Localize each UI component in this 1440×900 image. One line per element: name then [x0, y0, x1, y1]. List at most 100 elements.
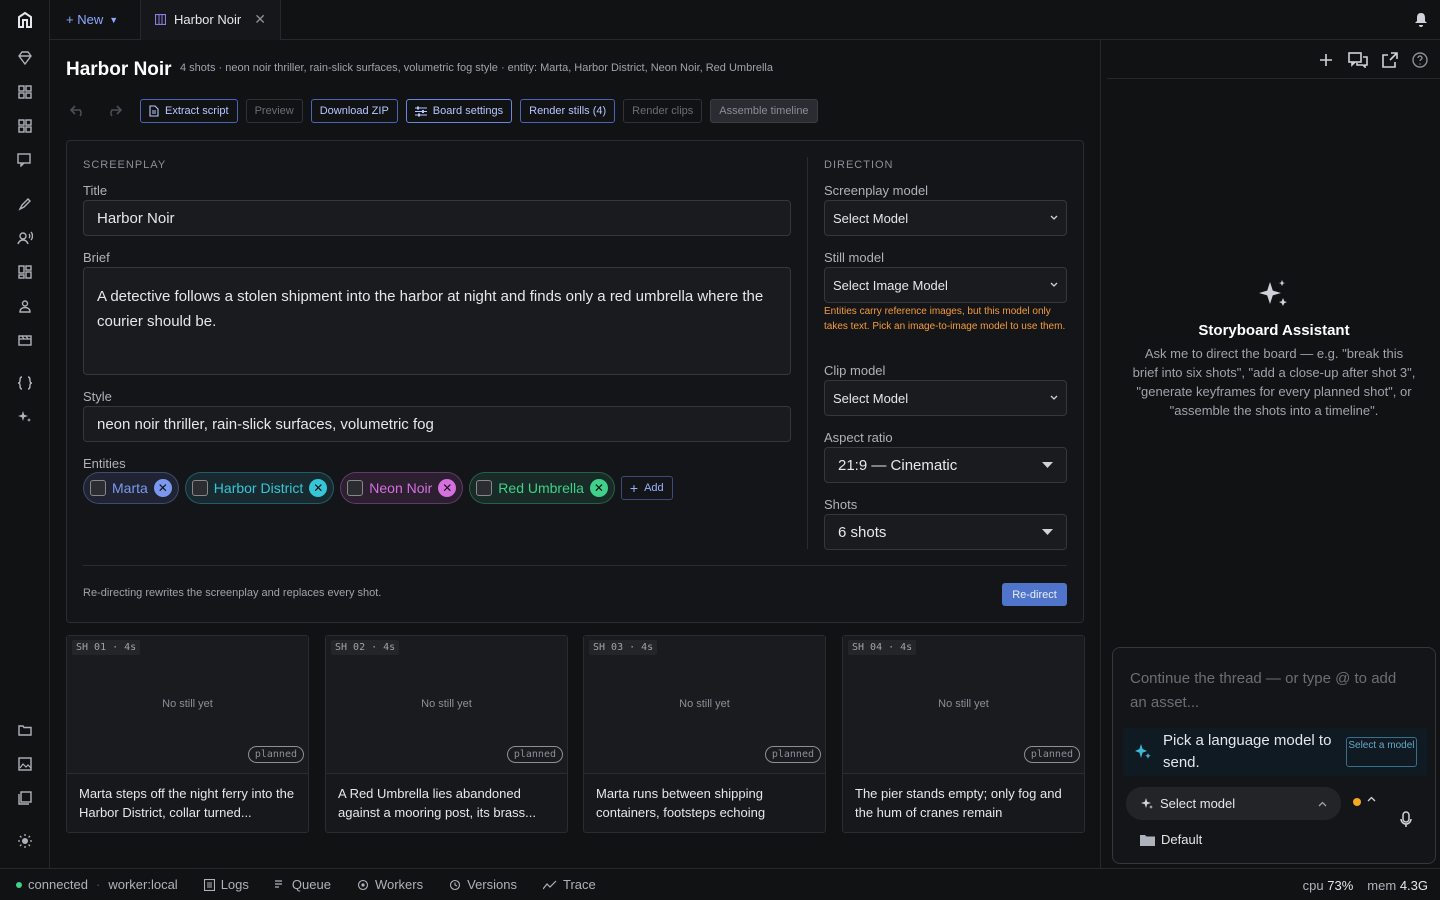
theme-sun-icon[interactable]	[15, 831, 35, 851]
entity-thumbnail-icon	[191, 480, 208, 496]
status-bar: connected · worker:local Logs Queue Work…	[0, 868, 1440, 900]
no-still-label: No still yet	[679, 698, 730, 710]
entity-name: Harbor District	[213, 480, 304, 496]
shot-card[interactable]: SH 03 · 4s No still yet planned Marta runs …	[583, 635, 826, 833]
folder-icon[interactable]	[15, 720, 35, 740]
aspect-ratio-label: Aspect ratio	[824, 430, 893, 445]
screenplay-model-select[interactable]: Select Model	[824, 200, 1067, 236]
toolbar: Extract script Preview Download ZIP Boar…	[66, 99, 818, 123]
folder-selector[interactable]: Default	[1140, 832, 1202, 847]
chat-icon[interactable]	[15, 150, 35, 170]
status-badge: planned	[764, 746, 821, 763]
render-clips-button[interactable]: Render clips	[623, 99, 703, 123]
remove-entity-icon[interactable]: ✕	[309, 479, 328, 497]
close-icon[interactable]: ✕	[254, 11, 266, 28]
remove-entity-icon[interactable]: ✕	[153, 479, 172, 497]
title-label: Title	[83, 183, 108, 198]
message-input[interactable]: Continue the thread — or type @ to add a…	[1130, 667, 1400, 715]
no-still-label: No still yet	[162, 698, 213, 710]
clip-model-select[interactable]: Select Model	[824, 380, 1067, 416]
re-direct-button[interactable]: Re-direct	[1002, 583, 1067, 606]
remove-entity-icon[interactable]: ✕	[438, 479, 457, 497]
folder-icon	[1140, 834, 1155, 846]
image-icon[interactable]	[15, 754, 35, 774]
title-input[interactable]: Harbor Noir	[83, 200, 791, 236]
render-clips-label: Render clips	[632, 105, 694, 117]
aspect-ratio-select[interactable]: 21:9 — Cinematic	[824, 447, 1067, 483]
connection-status: connected	[16, 877, 88, 892]
chevron-down-icon	[1050, 395, 1058, 401]
still-model-warning: Entities carry reference images, but thi…	[824, 306, 1066, 332]
voice-icon[interactable]	[15, 228, 35, 248]
brief-textarea[interactable]: A detective follows a stolen shipment in…	[83, 267, 791, 375]
preview-button[interactable]: Preview	[245, 99, 303, 123]
microphone-icon[interactable]	[1400, 811, 1412, 828]
film-icon[interactable]	[15, 330, 35, 350]
board-settings-panel: SCREENPLAY Title Harbor Noir Brief A det…	[66, 140, 1084, 623]
workers-button[interactable]: Workers	[357, 877, 423, 892]
plus-icon[interactable]	[1318, 52, 1334, 68]
shots-select[interactable]: 6 shots	[824, 514, 1067, 550]
undo-icon[interactable]	[66, 99, 90, 123]
status-badge: planned	[1023, 746, 1080, 763]
entity-chip[interactable]: Neon Noir ✕	[340, 472, 464, 504]
dashboard-icon[interactable]	[15, 262, 35, 282]
mem-label: mem	[1367, 878, 1397, 893]
tab-harbor-noir[interactable]: Harbor Noir ✕	[141, 0, 281, 40]
apps-icon[interactable]	[15, 116, 35, 136]
chevron-up-icon[interactable]	[1367, 796, 1376, 802]
logs-button[interactable]: Logs	[203, 877, 249, 892]
remove-entity-icon[interactable]: ✕	[589, 479, 608, 497]
main-area: Harbor Noir 4 shots · neon noir thriller…	[50, 40, 1100, 868]
app-logo-icon[interactable]	[15, 10, 35, 30]
download-zip-button[interactable]: Download ZIP	[310, 99, 398, 123]
gallery-icon[interactable]	[15, 788, 35, 808]
screenplay-section-title: SCREENPLAY	[83, 159, 167, 171]
entity-name: Neon Noir	[369, 480, 433, 496]
style-input[interactable]: neon noir thriller, rain-slick surfaces,…	[83, 406, 791, 442]
shot-card[interactable]: SH 04 · 4s No still yet planned The pier st…	[842, 635, 1085, 833]
bell-icon[interactable]	[1414, 12, 1428, 27]
extract-script-button[interactable]: Extract script	[140, 99, 238, 123]
threads-icon[interactable]	[1348, 52, 1368, 68]
external-link-icon[interactable]	[1382, 52, 1398, 68]
no-still-label: No still yet	[421, 698, 472, 710]
still-model-select[interactable]: Select Image Model	[824, 267, 1067, 303]
pick-model-text: Pick a language model to send.	[1163, 732, 1332, 771]
assemble-timeline-button[interactable]: Assemble timeline	[710, 99, 818, 123]
trace-button[interactable]: Trace	[542, 877, 596, 892]
help-icon[interactable]	[1412, 52, 1428, 68]
caret-down-icon	[1042, 462, 1053, 468]
versions-button[interactable]: Versions	[449, 877, 517, 892]
queue-button[interactable]: Queue	[274, 877, 331, 892]
model-select[interactable]: Select model	[1126, 787, 1341, 820]
shot-card[interactable]: SH 01 · 4s No still yet planned Marta steps…	[66, 635, 309, 833]
sparkles-icon[interactable]	[15, 407, 35, 427]
grid-icon[interactable]	[15, 82, 35, 102]
entity-name: Marta	[112, 480, 148, 496]
shot-thumbnail: SH 04 · 4s No still yet planned	[843, 636, 1084, 774]
brush-icon[interactable]	[15, 194, 35, 214]
queue-icon	[274, 879, 286, 890]
mem-value: 4.3G	[1399, 878, 1428, 893]
redo-icon[interactable]	[102, 99, 126, 123]
board-settings-button[interactable]: Board settings	[405, 99, 513, 123]
diamond-icon[interactable]	[15, 48, 35, 68]
new-button[interactable]: + New ▼	[50, 0, 141, 40]
redirect-note: Re-directing rewrites the screenplay and…	[83, 587, 382, 599]
screenplay-model-value: Select Model	[833, 210, 909, 226]
entity-chip[interactable]: Harbor District ✕	[184, 472, 335, 504]
braces-icon[interactable]	[15, 373, 35, 393]
shot-caption: Marta runs between shipping containers, …	[596, 786, 766, 820]
user-icon[interactable]	[15, 296, 35, 316]
left-rail	[0, 0, 50, 868]
assistant-toolbar	[1318, 52, 1428, 68]
shot-card[interactable]: SH 02 · 4s No still yet planned A Red Umbre…	[325, 635, 568, 833]
entity-chip[interactable]: Marta ✕	[83, 472, 179, 504]
status-badge: planned	[247, 746, 304, 763]
add-entity-button[interactable]: + Add	[620, 476, 673, 500]
select-a-model-button[interactable]: Select a model	[1345, 737, 1417, 767]
new-label: + New	[66, 12, 104, 27]
render-stills-button[interactable]: Render stills (4)	[520, 99, 616, 123]
entity-chip[interactable]: Red Umbrella ✕	[469, 472, 615, 504]
